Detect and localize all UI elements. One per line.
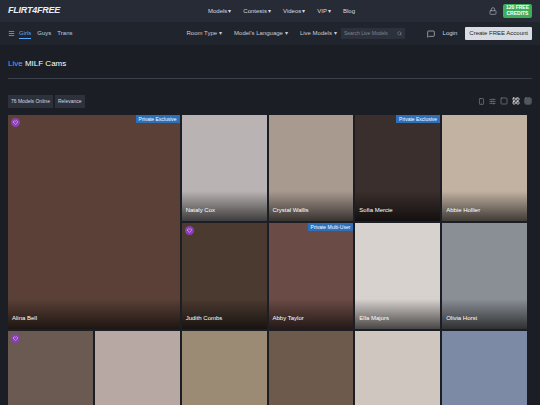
chat-icon[interactable] [427,30,435,38]
filter-bar: Girls Guys Trans Room Type▾ Model's Language… [0,22,540,45]
filter-dropdown[interactable]: Model's Language▾ [234,29,288,38]
model-card[interactable] [269,331,354,405]
favorite-icon [11,334,20,343]
model-card[interactable]: Nataly Cox [182,115,267,221]
category-tab[interactable]: Trans [57,29,72,38]
model-name[interactable]: Alina Bell [12,315,37,321]
model-card[interactable]: Private Exclusive Sofia Mercie [355,115,440,221]
nav-item[interactable]: Blog [343,7,355,16]
main-nav: Models▾ Contests▾ Videos▾ VIP▾ Blog [208,7,355,16]
model-name[interactable]: Nataly Cox [186,207,215,213]
model-name[interactable]: Judith Combs [186,315,223,321]
model-card[interactable]: Olivia Horst [442,223,527,329]
favorite-icon [11,118,20,127]
logo[interactable]: FLIRT4FREE [8,4,208,18]
model-card[interactable] [8,331,93,405]
favorite-icon [185,226,194,235]
view-mode-icon[interactable] [500,97,508,105]
model-card[interactable] [95,331,180,405]
room-badge: Private Multi-User [308,223,354,231]
phone-icon[interactable] [478,98,485,105]
page: FLIRT4FREEModels▾ Contests▾ Videos▾ VIP▾ Blo… [0,0,540,405]
model-name[interactable]: Abby Taylor [273,315,304,321]
search-field[interactable]: Search Live Models [341,28,405,39]
category-tab[interactable]: Guys [37,29,51,38]
filter-icon[interactable] [489,98,496,105]
room-badge: Private Exclusive [136,115,180,123]
model-name[interactable]: Crystal Wallis [273,207,309,213]
view-mode-icon[interactable] [524,97,532,105]
filter-dropdown[interactable]: Room Type▾ [186,29,222,38]
model-name[interactable]: Sofia Mercie [359,207,392,213]
model-card[interactable]: Abbie Hollier [442,115,527,221]
filter-dropdown[interactable]: Live Models▾ [300,29,337,38]
nav-item[interactable]: Videos▾ [283,7,305,16]
login-button[interactable]: Login [439,27,462,40]
signup-button[interactable]: Create FREE Account [465,27,532,40]
model-grid: Private Exclusive Alina Bell Nataly Cox Cry… [8,115,527,405]
top-bar: FLIRT4FREEModels▾ Contests▾ Videos▾ VIP▾ Blo… [0,0,540,22]
model-card[interactable] [355,331,440,405]
model-card[interactable] [442,331,527,405]
lock-icon[interactable] [489,7,497,15]
model-card[interactable]: Private Exclusive Alina Bell [8,115,180,329]
models-online-count: 76 Models Online [8,95,53,109]
model-card[interactable] [182,331,267,405]
sort-button[interactable]: Relevance [55,95,85,109]
menu-icon[interactable] [8,30,15,37]
divider [8,78,532,79]
model-name[interactable]: Olivia Horst [446,315,477,321]
room-badge: Private Exclusive [396,115,440,123]
model-card[interactable]: Ella Majors [355,223,440,329]
category-tab[interactable]: Girls [19,29,31,39]
model-card[interactable]: Judith Combs [182,223,267,329]
search-icon[interactable] [397,31,402,36]
model-card[interactable]: Crystal Wallis [269,115,354,221]
nav-item[interactable]: Models▾ [208,7,231,16]
page-heading: Live MILF Cams [8,59,532,69]
model-card[interactable]: Private Multi-User Abby Taylor [269,223,354,329]
model-name[interactable]: Ella Majors [359,315,389,321]
view-mode-icon[interactable] [512,97,520,105]
nav-item[interactable]: VIP▾ [317,7,331,16]
model-name[interactable]: Abbie Hollier [446,207,480,213]
credits-button[interactable]: 120 FREECREDITS [503,4,532,18]
nav-item[interactable]: Contests▾ [243,7,271,16]
